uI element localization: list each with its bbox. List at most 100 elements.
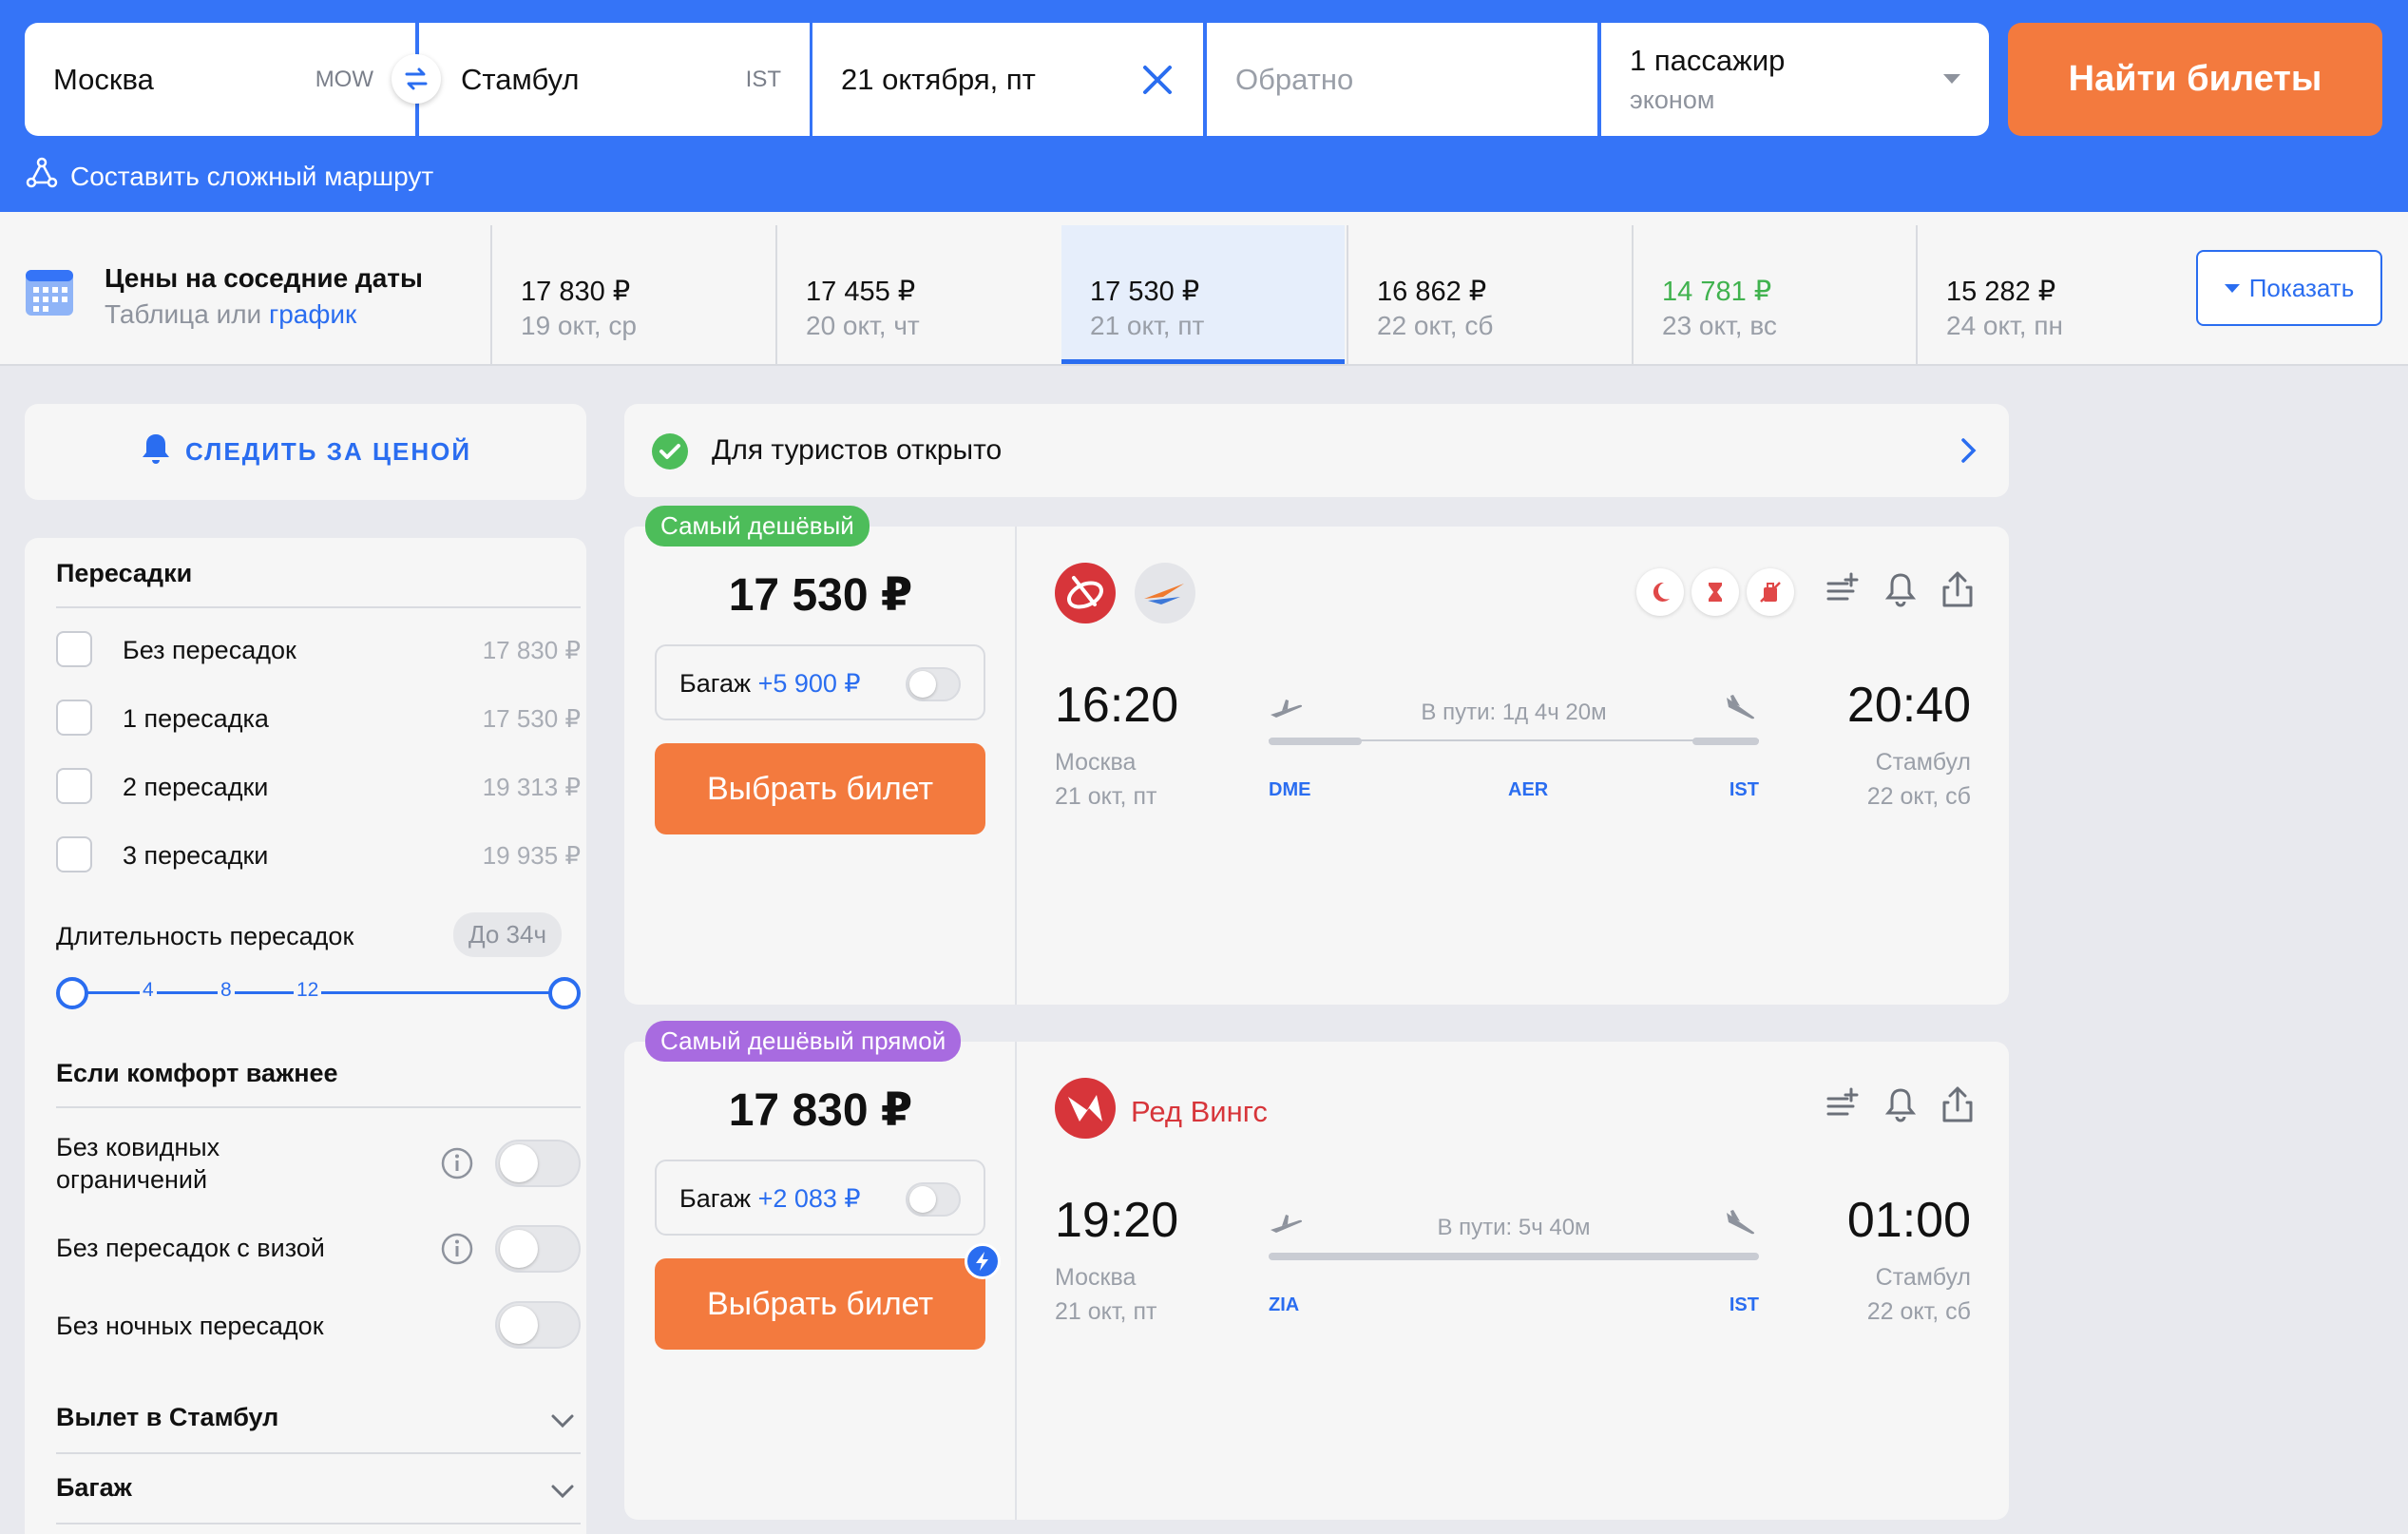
slider-tick: 8 bbox=[218, 979, 235, 1002]
complex-route-label: Составить сложный маршрут bbox=[70, 161, 434, 191]
filters-panel: Пересадки Без пересадок 17 830 ₽ 1 перес… bbox=[25, 538, 586, 1534]
close-icon[interactable] bbox=[1140, 63, 1175, 97]
arrival-date: 22 окт, сб bbox=[1866, 1298, 1971, 1325]
date-cell-21-selected[interactable]: 17 530 ₽ 21 окт, пт bbox=[1061, 225, 1345, 364]
flight-route: В пути: 5ч 40м ZIA IST bbox=[1269, 1210, 1759, 1327]
graph-view-link[interactable]: график bbox=[269, 299, 356, 329]
add-list-icon[interactable] bbox=[1826, 1085, 1861, 1123]
ticket-actions bbox=[1826, 1085, 1975, 1123]
stops-filter-3[interactable]: 3 пересадки 19 935 ₽ bbox=[56, 834, 581, 874]
accordion-departure-time[interactable]: Вылет в Стамбул bbox=[56, 1391, 581, 1448]
destination-code: IST bbox=[745, 67, 781, 92]
select-ticket-button[interactable]: Выбрать билет bbox=[655, 1258, 985, 1350]
stops-filter-1[interactable]: 1 пересадка 17 530 ₽ bbox=[56, 698, 581, 738]
stops-filter-price: 19 935 ₽ bbox=[482, 841, 581, 870]
date-cell-date: 19 окт, ср bbox=[521, 311, 637, 340]
no-baggage-icon[interactable] bbox=[1747, 568, 1794, 616]
date-cell-22[interactable]: 16 862 ₽ 22 окт, сб bbox=[1347, 225, 1630, 364]
select-ticket-button[interactable]: Выбрать билет bbox=[655, 743, 985, 834]
add-list-icon[interactable] bbox=[1826, 570, 1861, 608]
passengers-count: 1 пассажир bbox=[1630, 44, 1786, 77]
stops-filter-label: 3 пересадки bbox=[123, 841, 269, 870]
destination-field[interactable]: Стамбул IST bbox=[419, 23, 810, 136]
open-for-tourists-banner[interactable]: Для туристов открыто bbox=[624, 404, 2009, 497]
view-or-text: или bbox=[208, 299, 269, 329]
origin-field[interactable]: Москва MOW bbox=[25, 23, 415, 136]
share-icon[interactable] bbox=[1940, 1085, 1975, 1123]
checkbox[interactable] bbox=[56, 700, 92, 736]
share-icon[interactable] bbox=[1940, 570, 1975, 608]
date-cell-price: 15 282 ₽ bbox=[1946, 277, 2056, 307]
baggage-toggle[interactable] bbox=[906, 667, 961, 701]
flight-duration: В пути: 1д 4ч 20м bbox=[1421, 700, 1607, 725]
passengers-select[interactable]: 1 пассажир эконом bbox=[1601, 23, 1989, 136]
watch-price-button[interactable]: СЛЕДИТЬ ЗА ЦЕНОЙ bbox=[25, 404, 586, 500]
stops-filter-price: 17 530 ₽ bbox=[482, 704, 581, 733]
checkbox[interactable] bbox=[56, 631, 92, 667]
baggage-price: +5 900 ₽ bbox=[757, 669, 861, 698]
table-view-link[interactable]: Таблица bbox=[105, 299, 209, 329]
stops-filter-2[interactable]: 2 пересадки 19 313 ₽ bbox=[56, 766, 581, 806]
slider-handle-min[interactable] bbox=[56, 977, 88, 1009]
date-cell-20[interactable]: 17 455 ₽ 20 окт, чт bbox=[775, 225, 1059, 364]
arrival-time: 20:40 bbox=[1846, 678, 1971, 733]
checkbox[interactable] bbox=[56, 836, 92, 872]
swap-icon[interactable] bbox=[392, 54, 441, 104]
return-date-field[interactable]: Обратно bbox=[1207, 23, 1597, 136]
info-icon[interactable] bbox=[440, 1146, 474, 1180]
divider bbox=[56, 1452, 581, 1454]
bell-icon[interactable] bbox=[1883, 570, 1918, 608]
airline-logo-icon bbox=[1135, 563, 1195, 623]
chevron-right-icon bbox=[1954, 436, 1982, 465]
slider-tick: 12 bbox=[294, 979, 322, 1002]
flight-route: В пути: 1д 4ч 20м DME AER IST bbox=[1269, 695, 1759, 812]
lightning-icon bbox=[965, 1243, 1001, 1279]
departure-date-field[interactable]: 21 октября, пт bbox=[812, 23, 1203, 136]
date-cell-price: 16 862 ₽ bbox=[1377, 277, 1487, 307]
flight-segment bbox=[1269, 738, 1362, 745]
layover-duration-slider[interactable]: 4 8 12 bbox=[56, 973, 581, 1011]
date-cell-date: 24 окт, пн bbox=[1946, 311, 2063, 340]
search-header: Москва MOW Стамбул IST 21 октября, пт Об… bbox=[0, 0, 2408, 212]
date-cell-price: 17 455 ₽ bbox=[806, 277, 916, 307]
toggle-switch[interactable] bbox=[495, 1301, 581, 1349]
flight-duration: В пути: 5ч 40м bbox=[1437, 1215, 1591, 1240]
checkbox[interactable] bbox=[56, 768, 92, 804]
complex-route-link[interactable]: Составить сложный маршрут bbox=[25, 156, 433, 197]
chevron-down-icon bbox=[550, 1479, 575, 1504]
stops-filter-label: 2 пересадки bbox=[123, 773, 269, 801]
origin-code: MOW bbox=[315, 67, 373, 92]
airline-logo-icon bbox=[1055, 563, 1116, 623]
accordion-label: Багаж bbox=[56, 1473, 132, 1502]
baggage-option[interactable]: Багаж +2 083 ₽ bbox=[655, 1160, 985, 1236]
departure-date: 21 окт, пт bbox=[1055, 1298, 1157, 1325]
toggle-switch[interactable] bbox=[495, 1140, 581, 1187]
date-cell-date: 22 окт, сб bbox=[1377, 311, 1494, 340]
date-cell-23-cheapest[interactable]: 14 781 ₽ 23 окт, вс bbox=[1632, 225, 1915, 364]
baggage-toggle[interactable] bbox=[906, 1182, 961, 1217]
info-icon[interactable] bbox=[440, 1232, 474, 1266]
baggage-option[interactable]: Багаж +5 900 ₽ bbox=[655, 644, 985, 720]
toggle-switch[interactable] bbox=[495, 1225, 581, 1273]
date-cell-24[interactable]: 15 282 ₽ 24 окт, пн bbox=[1916, 225, 2199, 364]
airport-code: AER bbox=[1508, 779, 1549, 800]
destination-city: Стамбул bbox=[461, 63, 580, 96]
date-cell-price: 14 781 ₽ bbox=[1662, 277, 1772, 307]
night-icon[interactable] bbox=[1636, 568, 1684, 616]
search-tickets-button[interactable]: Найти билеты bbox=[2008, 23, 2382, 136]
watch-price-label: СЛЕДИТЬ ЗА ЦЕНОЙ bbox=[184, 437, 472, 466]
date-cell-19[interactable]: 17 830 ₽ 19 окт, ср bbox=[490, 225, 774, 364]
stops-filter-nonstop[interactable]: Без пересадок 17 830 ₽ bbox=[56, 629, 581, 669]
accordion-baggage[interactable]: Багаж bbox=[56, 1462, 581, 1519]
caret-down-icon bbox=[2224, 283, 2240, 293]
show-nearby-button[interactable]: Показать bbox=[2196, 250, 2382, 326]
stops-filter-price: 17 830 ₽ bbox=[482, 636, 581, 664]
ticket-price-panel: Самый дешёвый 17 530 ₽ Багаж +5 900 ₽ Вы… bbox=[624, 506, 1017, 1005]
slider-handle-max[interactable] bbox=[548, 977, 581, 1009]
cheapest-direct-tag: Самый дешёвый прямой bbox=[645, 1021, 962, 1062]
departure-date: 21 октября, пт bbox=[841, 63, 1036, 96]
bell-icon[interactable] bbox=[1883, 1085, 1918, 1123]
ticket-price: 17 830 ₽ bbox=[728, 1085, 913, 1136]
hourglass-icon[interactable] bbox=[1691, 568, 1739, 616]
stops-filter-label: Без пересадок bbox=[123, 636, 296, 664]
